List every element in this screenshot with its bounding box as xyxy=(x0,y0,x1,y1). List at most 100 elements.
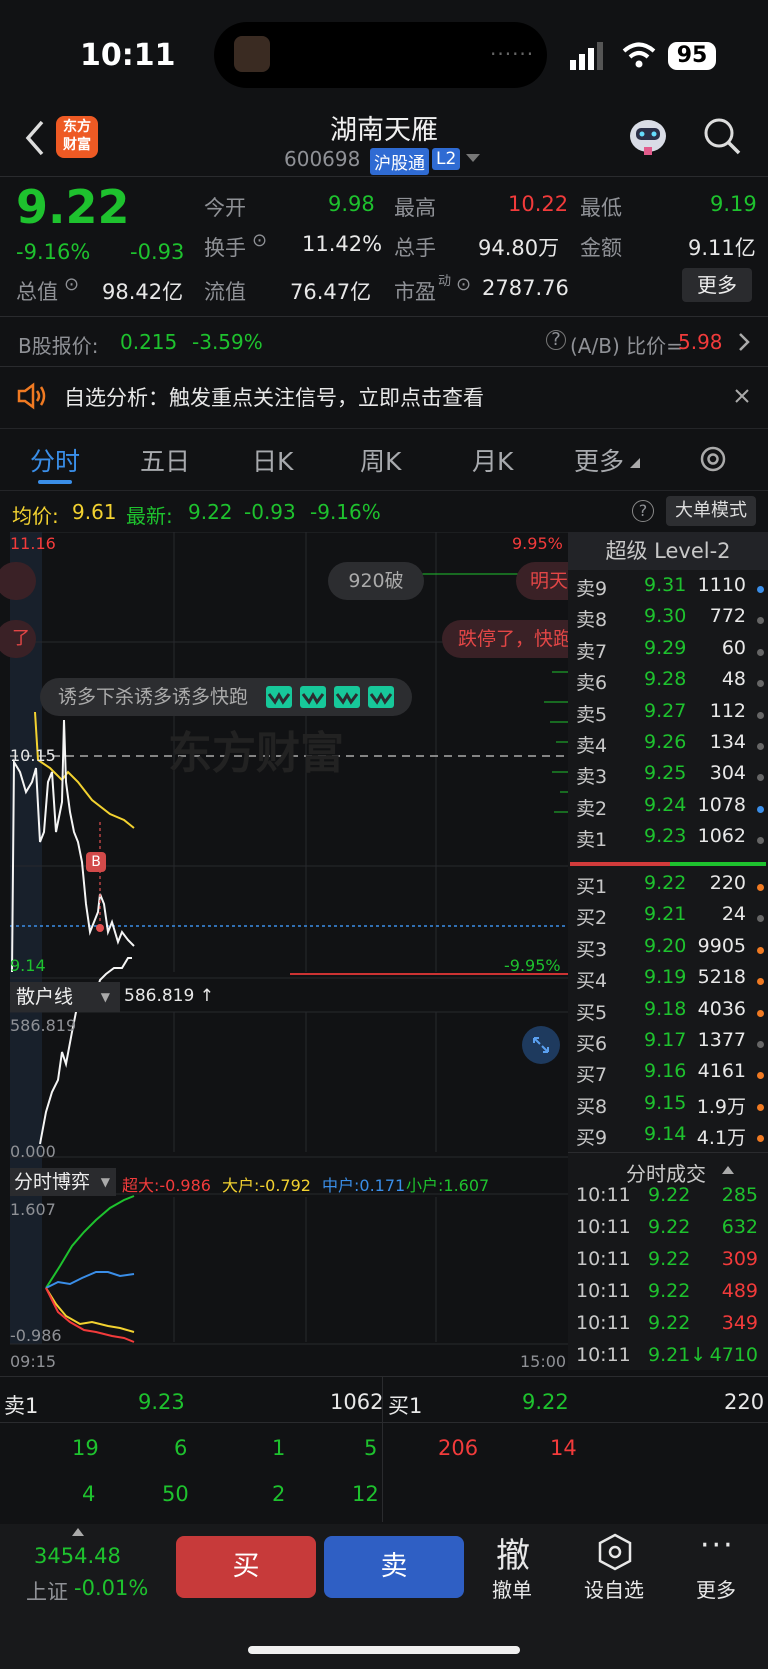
game-big: 大户:-0.792 xyxy=(222,1176,311,1195)
queue-cell: 50 xyxy=(162,1482,189,1506)
help-icon[interactable]: ? xyxy=(632,500,654,522)
open-value: 9.98 xyxy=(328,192,375,216)
intraday-chart[interactable]: 东方财富 xyxy=(0,532,570,1372)
asks-row[interactable]: 卖9 9.31 1110 xyxy=(576,574,766,605)
dropdown-icon[interactable] xyxy=(466,154,480,164)
current-price: 9.22 xyxy=(16,180,130,234)
level-price: 9.28 xyxy=(644,668,687,691)
tab-monthly-k[interactable]: 月K xyxy=(472,442,513,478)
tab-more[interactable]: 更多 xyxy=(574,442,624,478)
asks-row[interactable]: 卖2 9.24 1078 xyxy=(576,794,766,825)
game-super: 超大:-0.986 xyxy=(122,1176,211,1195)
buy-button[interactable]: 买 xyxy=(176,1536,316,1598)
change-pct: -9.16% xyxy=(16,240,91,264)
y-bottom-label: 9.14 xyxy=(10,956,46,975)
buy-marker[interactable]: B xyxy=(86,852,106,872)
trade-volume: 4710 xyxy=(709,1344,758,1366)
expand-icon[interactable] xyxy=(522,1026,560,1064)
trade-volume: 632 xyxy=(721,1216,758,1238)
bids-row[interactable]: 买8 9.15 1.9万 xyxy=(576,1092,766,1123)
bids-row[interactable]: 买7 9.16 4161 xyxy=(576,1060,766,1091)
flag-dot xyxy=(757,711,764,719)
notice-text[interactable]: 自选分析：触发重点关注信号，立即点击查看 xyxy=(64,382,484,412)
bids-row[interactable]: 买2 9.21 24 xyxy=(576,903,766,934)
big-order-mode-button[interactable]: 大单模式 xyxy=(666,496,756,526)
divider xyxy=(0,176,768,177)
tab-5day[interactable]: 五日 xyxy=(140,442,190,478)
tab-intraday[interactable]: 分时 xyxy=(30,442,80,478)
search-icon[interactable] xyxy=(702,116,742,156)
cancel-order-icon[interactable]: 撤 xyxy=(496,1528,530,1577)
index-name[interactable]: 上证 xyxy=(26,1576,68,1606)
queue-bid-price: 9.22 xyxy=(522,1390,569,1414)
volume-value: 94.80万 xyxy=(478,236,560,260)
more-button[interactable]: 更多 xyxy=(682,268,752,302)
flag-dot xyxy=(757,884,764,891)
robot-assistant-icon[interactable] xyxy=(626,114,670,158)
bids-row[interactable]: 买4 9.19 5218 xyxy=(576,966,766,997)
trade-price: 9.22 xyxy=(648,1280,691,1302)
hexagon-favorite-icon[interactable] xyxy=(596,1532,634,1572)
more-menu-button[interactable]: 更多 xyxy=(696,1574,736,1603)
asks-row[interactable]: 卖1 9.23 1062 xyxy=(576,825,766,856)
sell-button[interactable]: 卖 xyxy=(324,1536,464,1598)
bids-row[interactable]: 买5 9.18 4036 xyxy=(576,998,766,1029)
asks-row[interactable]: 卖5 9.27 112 xyxy=(576,700,766,731)
index-pct[interactable]: -0.01% xyxy=(74,1576,148,1600)
flag-dot xyxy=(757,1135,764,1143)
bids-row[interactable]: 买1 9.22 220 xyxy=(576,872,766,903)
divider xyxy=(0,1376,768,1377)
game-selector[interactable]: 分时博弈 ▼ xyxy=(10,1168,116,1196)
info-icon[interactable]: ⊙ xyxy=(456,274,471,295)
pe-label: 市盈 xyxy=(394,280,436,304)
caret-up-icon xyxy=(722,1166,734,1174)
level-volume: 772 xyxy=(709,605,746,628)
queue-ask-label: 卖1 xyxy=(4,1394,39,1418)
stock-code: 600698 xyxy=(284,147,361,171)
cancel-order-button[interactable]: 撤单 xyxy=(492,1574,532,1603)
add-favorite-button[interactable]: 设自选 xyxy=(584,1574,644,1603)
wifi-icon xyxy=(622,42,656,68)
trade-volume: 489 xyxy=(721,1280,758,1302)
chevron-right-icon[interactable] xyxy=(738,332,750,352)
trade-time: 10:11 xyxy=(576,1184,631,1206)
volume-label: 总手 xyxy=(394,236,436,260)
more-dots-icon[interactable]: ··· xyxy=(700,1528,735,1563)
info-icon[interactable]: ⊙ xyxy=(64,274,79,295)
queue-cell: 206 xyxy=(438,1436,479,1460)
tab-weekly-k[interactable]: 周K xyxy=(360,442,401,478)
close-icon[interactable] xyxy=(734,388,750,404)
trade-time: 10:11 xyxy=(576,1216,631,1238)
level-label: 买5 xyxy=(576,1001,608,1024)
bids-row[interactable]: 买9 9.14 4.1万 xyxy=(576,1123,766,1154)
flag-dot xyxy=(757,978,764,986)
level-price: 9.26 xyxy=(644,731,687,753)
retail-line-selector[interactable]: 散户线 ▼ xyxy=(10,982,120,1012)
trades-title[interactable]: 分时成交 xyxy=(626,1158,706,1187)
trade-price: 9.21↓ xyxy=(648,1344,707,1366)
index-value[interactable]: 3454.48 xyxy=(34,1544,121,1568)
level-price: 9.20 xyxy=(644,934,687,957)
bids-row[interactable]: 买6 9.17 1377 xyxy=(576,1029,766,1060)
bids-row[interactable]: 买3 9.20 9905 xyxy=(576,935,766,966)
game-bottom: -0.986 xyxy=(10,1326,62,1345)
change-amount: -0.93 xyxy=(130,240,185,264)
level-label: 买4 xyxy=(576,970,608,993)
hgt-tag: 沪股通 xyxy=(370,148,429,175)
asks-row[interactable]: 卖3 9.25 304 xyxy=(576,762,766,793)
trade-row: 10:11 9.22 309 xyxy=(576,1248,766,1280)
info-icon[interactable]: ⊙ xyxy=(252,230,267,251)
island-avatar xyxy=(234,36,270,72)
asks-row[interactable]: 卖7 9.29 60 xyxy=(576,637,766,668)
open-label: 今开 xyxy=(204,196,246,220)
high-label: 最高 xyxy=(394,196,436,220)
asks-row[interactable]: 卖4 9.26 134 xyxy=(576,731,766,762)
gear-icon[interactable] xyxy=(698,444,728,474)
help-icon[interactable]: ? xyxy=(546,330,566,350)
latest-chg: -0.93 xyxy=(244,500,296,524)
tab-daily-k[interactable]: 日K xyxy=(252,442,293,478)
flag-dot xyxy=(757,617,764,625)
queue-cell: 14 xyxy=(550,1436,577,1460)
asks-row[interactable]: 卖6 9.28 48 xyxy=(576,668,766,699)
asks-row[interactable]: 卖8 9.30 772 xyxy=(576,605,766,636)
